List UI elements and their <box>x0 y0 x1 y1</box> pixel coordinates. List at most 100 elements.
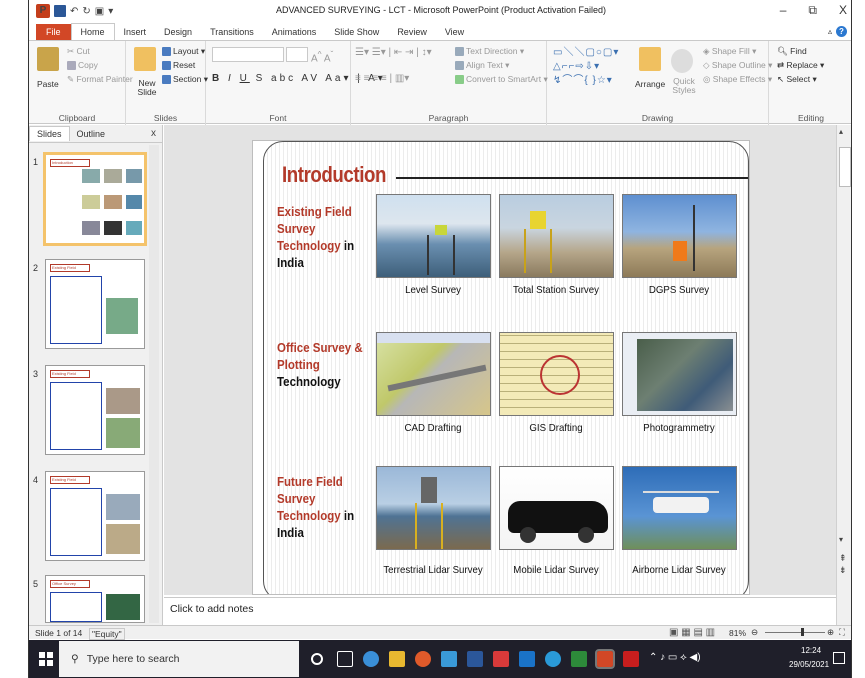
slide-thumbnail-2[interactable]: Existing Field Survey <box>45 259 145 349</box>
scroll-up-icon[interactable]: ▴ <box>839 127 843 136</box>
arrange-button[interactable]: Arrange <box>635 79 665 89</box>
terrestrial-lidar-photo[interactable] <box>376 466 491 550</box>
level-survey-photo[interactable] <box>376 194 491 278</box>
quick-styles-icon[interactable] <box>671 49 693 73</box>
gis-drafting-image[interactable] <box>499 332 614 416</box>
slide-thumbnail-4[interactable]: Existing Field Survey <box>45 471 145 561</box>
next-slide-icon[interactable]: ⇟ <box>839 565 847 576</box>
zoom-in-icon[interactable]: ⊕ <box>827 627 834 638</box>
tab-file[interactable]: File <box>36 24 71 40</box>
slide-thumbnail-1[interactable]: Introduction <box>43 152 147 246</box>
paste-button[interactable]: Paste <box>37 79 59 89</box>
clock-time[interactable]: 12:24 <box>801 646 821 655</box>
align-icons[interactable]: ≡ ≡ ≡ ≡ | ▥▾ <box>355 73 409 84</box>
section-button[interactable]: Section ▾ <box>162 74 208 85</box>
task-view-icon[interactable] <box>337 651 353 667</box>
zoom-out-icon[interactable]: ⊖ <box>751 627 758 638</box>
close-button[interactable]: X <box>839 3 847 18</box>
notes-pane[interactable]: Click to add notes <box>164 597 836 623</box>
powerpoint-taskbar-icon[interactable] <box>595 649 615 669</box>
quick-styles-button[interactable]: Quick Styles <box>667 77 701 95</box>
total-station-photo[interactable] <box>499 194 614 278</box>
slide-thumbnail-5[interactable]: Office Survey <box>45 575 145 623</box>
edge-icon[interactable] <box>363 651 379 667</box>
new-slide-button[interactable]: New Slide <box>132 79 162 97</box>
view-buttons[interactable]: ▣ ▦ ▤ ▥ <box>669 627 715 638</box>
pdf-reader-icon[interactable] <box>623 651 639 667</box>
zoom-slider-thumb[interactable] <box>801 628 804 636</box>
close-panel-icon[interactable]: x <box>151 128 156 139</box>
airborne-lidar-photo[interactable] <box>622 466 737 550</box>
tab-view[interactable]: View <box>436 24 473 40</box>
tab-review[interactable]: Review <box>388 24 436 40</box>
tab-transitions[interactable]: Transitions <box>201 24 263 40</box>
telegram-icon[interactable] <box>545 651 561 667</box>
file-explorer-icon[interactable] <box>389 651 405 667</box>
zoom-level[interactable]: 81% <box>729 628 746 638</box>
text-direction-button[interactable]: Text Direction ▾ <box>455 46 524 57</box>
copy-button[interactable]: Copy <box>67 60 98 71</box>
grow-font-icon[interactable]: A^ Aˇ <box>311 49 333 64</box>
cut-button[interactable]: ✂ Cut <box>67 46 90 57</box>
mail-icon[interactable] <box>519 651 535 667</box>
arrange-icon[interactable] <box>639 47 661 71</box>
row-label-office[interactable]: Office Survey & Plotting Technology <box>277 340 369 391</box>
reset-button[interactable]: Reset <box>162 60 195 71</box>
panel-scrollbar[interactable] <box>149 145 159 623</box>
prev-slide-icon[interactable]: ⇞ <box>839 553 847 564</box>
photogrammetry-image[interactable] <box>622 332 737 416</box>
minimize-button[interactable]: – <box>780 3 787 18</box>
tab-insert[interactable]: Insert <box>115 24 156 40</box>
cortana-icon[interactable] <box>311 653 323 665</box>
tab-slides[interactable]: Slides <box>29 126 70 141</box>
slide-title[interactable]: Introduction <box>282 162 386 188</box>
theme-name[interactable]: "Equity" <box>89 628 125 640</box>
shapes-gallery[interactable]: ▭＼＼▢○▢▾ △⌐⌐⇨⇩▾ ↯⌒⌒{ }☆▾ <box>553 46 619 88</box>
paste-icon[interactable] <box>37 47 59 71</box>
tab-outline[interactable]: Outline <box>70 127 113 141</box>
taskbar-search[interactable]: ⚲ Type here to search <box>59 641 299 677</box>
shape-effects-button[interactable]: ◎ Shape Effects ▾ <box>703 74 772 85</box>
scroll-down-icon[interactable]: ▾ <box>839 535 843 544</box>
notification-icon[interactable] <box>833 652 845 664</box>
slide-thumbnail-3[interactable]: Existing Field Survey <box>45 365 145 455</box>
layout-button[interactable]: Layout ▾ <box>162 46 205 57</box>
select-button[interactable]: ↖ Select ▾ <box>777 74 817 85</box>
acrobat-icon[interactable] <box>493 651 509 667</box>
slide[interactable]: Introduction Existing Field Survey Techn… <box>252 140 750 595</box>
chrome-icon[interactable] <box>415 651 431 667</box>
collapse-ribbon-icon[interactable]: ▵ <box>828 27 832 36</box>
bullets-icon[interactable]: ☰▾ ☰▾ | ⇤ ⇥ | ↕▾ <box>355 47 432 58</box>
clock-date[interactable]: 29/05/2021 <box>789 660 829 669</box>
tray-icons[interactable]: ⌃ ♪ ▭ ⟡ ◀) <box>649 652 701 663</box>
word-icon[interactable] <box>467 651 483 667</box>
font-size-combo[interactable] <box>286 47 308 62</box>
help-icon[interactable]: ? <box>836 26 847 37</box>
shape-outline-button[interactable]: ◇ Shape Outline ▾ <box>703 60 772 71</box>
align-text-button[interactable]: Align Text ▾ <box>455 60 509 71</box>
app-icon[interactable] <box>441 651 457 667</box>
mobile-lidar-photo[interactable] <box>499 466 614 550</box>
format-painter-button[interactable]: ✎ Format Painter <box>67 74 133 85</box>
replace-button[interactable]: ⇄ Replace ▾ <box>777 60 824 71</box>
tab-animations[interactable]: Animations <box>263 24 326 40</box>
shape-fill-button[interactable]: ◈ Shape Fill ▾ <box>703 46 756 57</box>
editor-scrollbar[interactable]: ▴ ▾ ⇞ ⇟ <box>836 125 851 625</box>
slide-canvas[interactable]: Introduction Existing Field Survey Techn… <box>164 125 836 595</box>
smartart-button[interactable]: Convert to SmartArt ▾ <box>455 74 548 85</box>
font-name-combo[interactable] <box>212 47 284 62</box>
row-label-future[interactable]: Future Field Survey Technology in India <box>277 474 369 542</box>
windows-start-icon[interactable] <box>39 652 53 666</box>
find-button[interactable]: 🔍︎ Find <box>777 46 807 57</box>
cad-drafting-image[interactable] <box>376 332 491 416</box>
row-label-existing[interactable]: Existing Field Survey Technology in Indi… <box>277 204 369 272</box>
fit-window-icon[interactable]: ⛶ <box>839 627 845 638</box>
tab-home[interactable]: Home <box>70 23 115 40</box>
dgps-survey-photo[interactable] <box>622 194 737 278</box>
tab-design[interactable]: Design <box>155 24 201 40</box>
new-slide-icon[interactable] <box>134 47 156 71</box>
tab-slide-show[interactable]: Slide Show <box>325 24 388 40</box>
restore-button[interactable]: ⧉ <box>808 3 817 18</box>
scroll-thumb[interactable] <box>839 147 851 187</box>
zoom-slider[interactable] <box>765 632 825 633</box>
